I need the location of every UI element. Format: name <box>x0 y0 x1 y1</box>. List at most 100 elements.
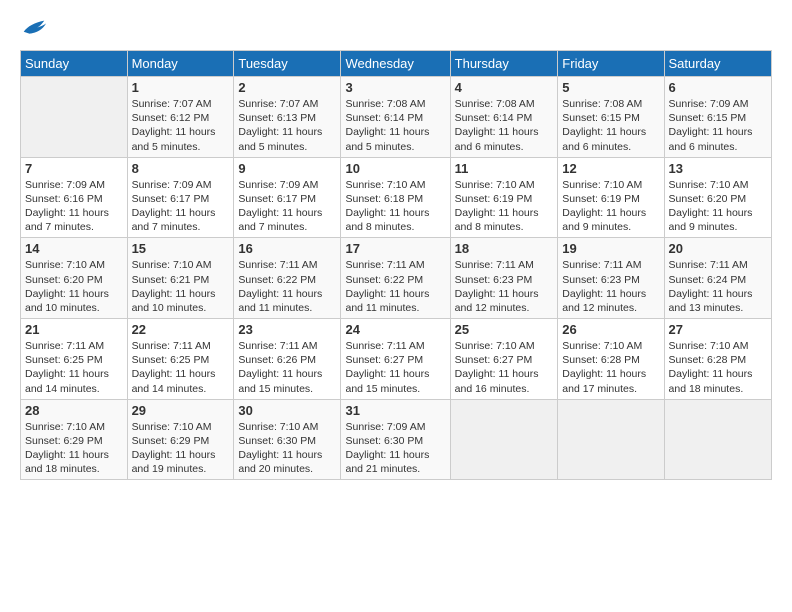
day-number: 16 <box>238 241 336 256</box>
calendar-cell: 5 Sunrise: 7:08 AM Sunset: 6:15 PM Daylig… <box>558 77 664 158</box>
calendar-week-row: 7 Sunrise: 7:09 AM Sunset: 6:16 PM Daylig… <box>21 157 772 238</box>
calendar-week-row: 14Sunrise: 7:10 AM Sunset: 6:20 PM Dayli… <box>21 238 772 319</box>
day-number: 28 <box>25 403 123 418</box>
calendar-cell: 7 Sunrise: 7:09 AM Sunset: 6:16 PM Daylig… <box>21 157 128 238</box>
weekday-header: Tuesday <box>234 51 341 77</box>
day-info: Sunrise: 7:11 AM Sunset: 6:26 PM Dayligh… <box>238 339 336 396</box>
calendar-cell: 11 Sunrise: 7:10 AM Sunset: 6:19 PM Dayli… <box>450 157 558 238</box>
day-info: Sunrise: 7:11 AM Sunset: 6:24 PM Dayligh… <box>669 258 767 315</box>
calendar-cell: 12 Sunrise: 7:10 AM Sunset: 6:19 PM Dayli… <box>558 157 664 238</box>
day-number: 21 <box>25 322 123 337</box>
day-info: Sunrise: 7:10 AM Sunset: 6:30 PM Dayligh… <box>238 420 336 477</box>
day-number: 7 <box>25 161 123 176</box>
day-info: Sunrise: 7:11 AM Sunset: 6:23 PM Dayligh… <box>455 258 554 315</box>
day-info: Sunrise: 7:08 AM Sunset: 6:14 PM Dayligh… <box>345 97 445 154</box>
calendar-cell: 1 Sunrise: 7:07 AM Sunset: 6:12 PM Daylig… <box>127 77 234 158</box>
day-info: Sunrise: 7:10 AM Sunset: 6:19 PM Dayligh… <box>562 178 659 235</box>
day-number: 4 <box>455 80 554 95</box>
calendar-cell: 15 Sunrise: 7:10 AM Sunset: 6:21 PM Dayli… <box>127 238 234 319</box>
calendar-cell: 31 Sunrise: 7:09 AM Sunset: 6:30 PM Dayli… <box>341 399 450 480</box>
day-number: 15 <box>132 241 230 256</box>
day-info: Sunrise: 7:10 AM Sunset: 6:27 PM Dayligh… <box>455 339 554 396</box>
day-info: Sunrise: 7:11 AM Sunset: 6:25 PM Dayligh… <box>25 339 123 396</box>
day-info: Sunrise: 7:11 AM Sunset: 6:23 PM Dayligh… <box>562 258 659 315</box>
calendar-cell: 22 Sunrise: 7:11 AM Sunset: 6:25 PM Dayli… <box>127 319 234 400</box>
day-number: 2 <box>238 80 336 95</box>
day-number: 29 <box>132 403 230 418</box>
day-number: 3 <box>345 80 445 95</box>
calendar-cell <box>558 399 664 480</box>
calendar-cell <box>664 399 771 480</box>
day-number: 30 <box>238 403 336 418</box>
calendar-cell: 26 Sunrise: 7:10 AM Sunset: 6:28 PM Dayli… <box>558 319 664 400</box>
day-info: Sunrise: 7:10 AM Sunset: 6:29 PM Dayligh… <box>25 420 123 477</box>
page: SundayMondayTuesdayWednesdayThursdayFrid… <box>0 0 792 490</box>
calendar-cell: 24Sunrise: 7:11 AM Sunset: 6:27 PM Dayli… <box>341 319 450 400</box>
day-number: 25 <box>455 322 554 337</box>
day-info: Sunrise: 7:10 AM Sunset: 6:28 PM Dayligh… <box>562 339 659 396</box>
day-info: Sunrise: 7:08 AM Sunset: 6:14 PM Dayligh… <box>455 97 554 154</box>
day-number: 12 <box>562 161 659 176</box>
day-info: Sunrise: 7:10 AM Sunset: 6:21 PM Dayligh… <box>132 258 230 315</box>
calendar-cell: 28 Sunrise: 7:10 AM Sunset: 6:29 PM Dayli… <box>21 399 128 480</box>
day-info: Sunrise: 7:10 AM Sunset: 6:19 PM Dayligh… <box>455 178 554 235</box>
day-info: Sunrise: 7:09 AM Sunset: 6:30 PM Dayligh… <box>345 420 445 477</box>
calendar-cell: 2 Sunrise: 7:07 AM Sunset: 6:13 PM Daylig… <box>234 77 341 158</box>
calendar-cell: 27 Sunrise: 7:10 AM Sunset: 6:28 PM Dayli… <box>664 319 771 400</box>
day-number: 18 <box>455 241 554 256</box>
calendar-cell: 13 Sunrise: 7:10 AM Sunset: 6:20 PM Dayli… <box>664 157 771 238</box>
calendar-table: SundayMondayTuesdayWednesdayThursdayFrid… <box>20 50 772 480</box>
calendar-cell: 8 Sunrise: 7:09 AM Sunset: 6:17 PM Daylig… <box>127 157 234 238</box>
calendar-cell: 17Sunrise: 7:11 AM Sunset: 6:22 PM Dayli… <box>341 238 450 319</box>
day-info: Sunrise: 7:10 AM Sunset: 6:29 PM Dayligh… <box>132 420 230 477</box>
logo <box>20 18 48 40</box>
day-info: Sunrise: 7:08 AM Sunset: 6:15 PM Dayligh… <box>562 97 659 154</box>
calendar-cell: 4 Sunrise: 7:08 AM Sunset: 6:14 PM Daylig… <box>450 77 558 158</box>
day-number: 10 <box>345 161 445 176</box>
day-number: 19 <box>562 241 659 256</box>
calendar-cell: 3 Sunrise: 7:08 AM Sunset: 6:14 PM Daylig… <box>341 77 450 158</box>
day-number: 31 <box>345 403 445 418</box>
calendar-cell: 29 Sunrise: 7:10 AM Sunset: 6:29 PM Dayli… <box>127 399 234 480</box>
day-number: 22 <box>132 322 230 337</box>
day-number: 5 <box>562 80 659 95</box>
day-number: 8 <box>132 161 230 176</box>
day-number: 14 <box>25 241 123 256</box>
calendar-cell: 20 Sunrise: 7:11 AM Sunset: 6:24 PM Dayli… <box>664 238 771 319</box>
day-number: 9 <box>238 161 336 176</box>
day-number: 11 <box>455 161 554 176</box>
day-number: 26 <box>562 322 659 337</box>
day-info: Sunrise: 7:07 AM Sunset: 6:12 PM Dayligh… <box>132 97 230 154</box>
day-number: 20 <box>669 241 767 256</box>
day-info: Sunrise: 7:11 AM Sunset: 6:22 PM Dayligh… <box>345 258 445 315</box>
calendar-cell: 9Sunrise: 7:09 AM Sunset: 6:17 PM Daylig… <box>234 157 341 238</box>
day-info: Sunrise: 7:11 AM Sunset: 6:27 PM Dayligh… <box>345 339 445 396</box>
calendar-week-row: 21 Sunrise: 7:11 AM Sunset: 6:25 PM Dayli… <box>21 319 772 400</box>
day-info: Sunrise: 7:10 AM Sunset: 6:28 PM Dayligh… <box>669 339 767 396</box>
day-info: Sunrise: 7:10 AM Sunset: 6:20 PM Dayligh… <box>669 178 767 235</box>
calendar-week-row: 28 Sunrise: 7:10 AM Sunset: 6:29 PM Dayli… <box>21 399 772 480</box>
day-info: Sunrise: 7:09 AM Sunset: 6:16 PM Dayligh… <box>25 178 123 235</box>
calendar-cell: 6Sunrise: 7:09 AM Sunset: 6:15 PM Daylig… <box>664 77 771 158</box>
calendar-cell: 23 Sunrise: 7:11 AM Sunset: 6:26 PM Dayli… <box>234 319 341 400</box>
day-info: Sunrise: 7:11 AM Sunset: 6:25 PM Dayligh… <box>132 339 230 396</box>
day-number: 27 <box>669 322 767 337</box>
calendar-cell: 16Sunrise: 7:11 AM Sunset: 6:22 PM Dayli… <box>234 238 341 319</box>
day-number: 13 <box>669 161 767 176</box>
logo-bird-icon <box>20 18 48 40</box>
calendar-header-row: SundayMondayTuesdayWednesdayThursdayFrid… <box>21 51 772 77</box>
calendar-cell <box>21 77 128 158</box>
day-info: Sunrise: 7:10 AM Sunset: 6:18 PM Dayligh… <box>345 178 445 235</box>
day-number: 1 <box>132 80 230 95</box>
calendar-cell: 30 Sunrise: 7:10 AM Sunset: 6:30 PM Dayli… <box>234 399 341 480</box>
day-info: Sunrise: 7:09 AM Sunset: 6:17 PM Dayligh… <box>132 178 230 235</box>
weekday-header: Thursday <box>450 51 558 77</box>
day-info: Sunrise: 7:07 AM Sunset: 6:13 PM Dayligh… <box>238 97 336 154</box>
calendar-week-row: 1 Sunrise: 7:07 AM Sunset: 6:12 PM Daylig… <box>21 77 772 158</box>
header <box>20 18 772 40</box>
calendar-cell <box>450 399 558 480</box>
weekday-header: Saturday <box>664 51 771 77</box>
day-number: 23 <box>238 322 336 337</box>
calendar-cell: 21 Sunrise: 7:11 AM Sunset: 6:25 PM Dayli… <box>21 319 128 400</box>
calendar-cell: 25 Sunrise: 7:10 AM Sunset: 6:27 PM Dayli… <box>450 319 558 400</box>
